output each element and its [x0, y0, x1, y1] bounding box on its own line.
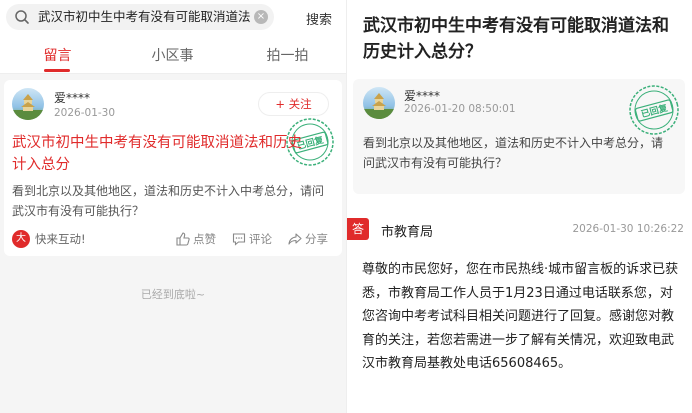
search-button[interactable]: 搜索 [306, 9, 332, 28]
share-button[interactable]: 分享 [288, 231, 328, 247]
app-root: 武汉市初中生中考有没有可能取消道法和历史计入总分？ × 搜索 留言 小区事 拍一… [0, 0, 692, 413]
comment-label: 评论 [249, 232, 272, 246]
reply-body: 尊敬的市民您好，您在市民热线·城市留言板的诉求已获悉，市教育局工作人员于1月23… [362, 262, 679, 371]
department-name[interactable]: 市教育局 [381, 221, 433, 240]
active-tab-indicator [44, 69, 70, 72]
question-body: 看到北京以及其他地区，道法和历史不计入中考总分，请问武汉市有没有可能执行？ [363, 136, 664, 170]
search-input[interactable]: 武汉市初中生中考有没有可能取消道法和历史计入总分？ × [6, 4, 274, 30]
clear-icon[interactable]: × [254, 10, 268, 24]
pagoda-avatar-icon [363, 93, 395, 119]
search-icon [15, 10, 29, 24]
like-button[interactable]: 点赞 [176, 231, 216, 247]
pagoda-avatar-icon [12, 94, 44, 120]
reply-header: 答 市教育局 2026-01-30 10:26:22 [347, 216, 692, 242]
brand-logo-icon: 大 [12, 230, 30, 248]
replied-stamp-icon: 已回复 [629, 85, 679, 135]
tab-messages[interactable]: 留言 [0, 45, 115, 65]
tab-bar: 留言 小区事 拍一拍 [0, 36, 346, 74]
left-pane: 武汉市初中生中考有没有可能取消道法和历史计入总分？ × 搜索 留言 小区事 拍一… [0, 0, 346, 413]
message-body: 看到北京以及其他地区，道法和历史不计入中考总分，请问武汉市有没有可能执行？ [12, 184, 325, 218]
avatar [363, 87, 395, 119]
tab-snapshot[interactable]: 拍一拍 [230, 45, 345, 65]
message-title[interactable]: 武汉市初中生中考有没有可能取消道法和历史计入总分 [12, 132, 312, 176]
card-footer: 大 快来互动! 点赞 评论 分享 [4, 228, 342, 250]
message-card[interactable]: 爱**** 2026-01-30 + 关注 已回复 武汉市初中生中考有没有可能取… [4, 80, 342, 256]
share-label: 分享 [305, 232, 328, 246]
follow-button[interactable]: + 关注 [258, 92, 329, 116]
comment-button[interactable]: 评论 [232, 231, 272, 247]
end-of-list-hint: 已经到底啦~ [140, 288, 206, 301]
post-datetime: 2026-01-20 08:50:01 [404, 103, 516, 115]
post-date: 2026-01-30 [54, 107, 116, 119]
share-icon [288, 233, 302, 245]
answer-badge: 答 [347, 218, 369, 240]
search-query-text[interactable]: 武汉市初中生中考有没有可能取消道法和历史计入总分？ [38, 8, 250, 26]
avatar [12, 88, 44, 120]
tab-community[interactable]: 小区事 [115, 45, 230, 65]
comment-icon [232, 233, 246, 246]
interact-prompt: 快来互动! [35, 232, 86, 246]
thumbs-up-icon [176, 232, 190, 246]
user-name[interactable]: 爱**** [404, 87, 440, 104]
detail-title: 武汉市初中生中考有没有可能取消道法和历史计入总分？ [363, 16, 669, 62]
reply-datetime: 2026-01-30 10:26:22 [572, 223, 684, 235]
like-label: 点赞 [193, 232, 216, 246]
search-bar: 武汉市初中生中考有没有可能取消道法和历史计入总分？ × 搜索 [0, 0, 346, 36]
question-card: 爱**** 2026-01-20 08:50:01 已回复 看到北京以及其他地区… [353, 79, 685, 194]
user-name[interactable]: 爱**** [54, 89, 90, 106]
detail-pane: 武汉市初中生中考有没有可能取消道法和历史计入总分？ 爱**** 2026-01-… [347, 0, 692, 413]
